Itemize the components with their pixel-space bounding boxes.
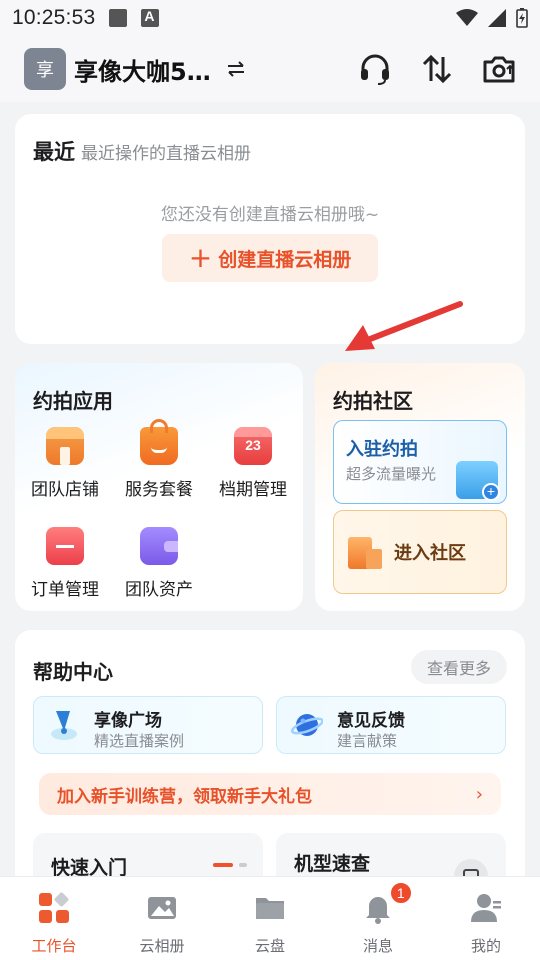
create-album-label: 创建直播云相册 bbox=[218, 248, 352, 271]
tab-label: 云盘 bbox=[254, 937, 285, 955]
pin-icon bbox=[51, 711, 77, 740]
app-team-store[interactable]: 团队店铺 bbox=[17, 427, 113, 500]
plus-icon: + bbox=[188, 241, 213, 274]
recent-title: 最近 bbox=[33, 140, 75, 164]
tab-label: 我的 bbox=[470, 937, 501, 955]
tab-messages[interactable]: 1 消息 bbox=[324, 877, 432, 960]
app-label: 服务套餐 bbox=[125, 480, 193, 500]
create-album-button[interactable]: + 创建直播云相册 bbox=[162, 234, 378, 282]
top-header: 享 享像大咖5… bbox=[0, 36, 540, 102]
calendar-icon: 23 bbox=[234, 427, 272, 465]
status-bar: 10:25:53 bbox=[0, 0, 540, 36]
battery-icon bbox=[516, 8, 528, 28]
app-team-assets[interactable]: 团队资产 bbox=[111, 527, 207, 600]
store-icon bbox=[46, 427, 84, 465]
app-label: 团队资产 bbox=[125, 580, 193, 600]
store-plus-icon: + bbox=[456, 461, 500, 501]
wifi-icon bbox=[456, 9, 478, 26]
app-schedule[interactable]: 23 档期管理 bbox=[205, 427, 301, 500]
tab-cloud-drive[interactable]: 云盘 bbox=[216, 877, 324, 960]
tab-workbench[interactable]: 工作台 bbox=[0, 877, 108, 960]
tab-label: 消息 bbox=[362, 937, 393, 955]
join-subtitle: 超多流量曝光 bbox=[346, 465, 437, 483]
help-tile-square[interactable]: 享像广场 精选直播案例 bbox=[33, 696, 263, 754]
app-label: 团队店铺 bbox=[31, 480, 99, 500]
switch-team-icon[interactable] bbox=[225, 58, 247, 80]
bottom-tab-bar: 工作台 云相册 云盘 1 消息 我的 bbox=[0, 876, 540, 960]
newbie-camp-banner[interactable]: 加入新手训练营，领取新手大礼包 › bbox=[39, 773, 501, 815]
wallet-icon bbox=[140, 527, 178, 565]
shopping-bag-icon bbox=[140, 419, 178, 465]
community-card: 约拍社区 入驻约拍 超多流量曝光 + 进入社区 bbox=[315, 363, 525, 611]
app-label: 档期管理 bbox=[219, 480, 287, 500]
order-icon bbox=[46, 527, 84, 565]
sort-icon[interactable] bbox=[420, 52, 454, 86]
signal-icon bbox=[488, 9, 506, 27]
team-avatar[interactable]: 享 bbox=[24, 48, 66, 90]
banner-text: 加入新手训练营，领取新手大礼包 bbox=[57, 786, 312, 807]
font-notification-icon bbox=[141, 8, 160, 27]
tab-profile[interactable]: 我的 bbox=[432, 877, 540, 960]
help-center-card: 帮助中心 查看更多 享像广场 精选直播案例 意见反馈 建言献策 加入新手训练营，… bbox=[15, 630, 525, 893]
team-name[interactable]: 享像大咖5… bbox=[74, 52, 211, 87]
enter-community-label: 进入社区 bbox=[394, 543, 466, 564]
help-tile-subtitle: 建言献策 bbox=[337, 732, 398, 750]
tab-label: 工作台 bbox=[31, 937, 77, 955]
enter-community-button[interactable]: 进入社区 bbox=[333, 510, 507, 594]
apps-card: 约拍应用 团队店铺 服务套餐 23 档期管理 订单管理 团队资产 bbox=[15, 363, 303, 611]
join-community-button[interactable]: 入驻约拍 超多流量曝光 + bbox=[333, 420, 507, 504]
recent-subtitle: 最近操作的直播云相册 bbox=[81, 144, 251, 164]
calendar-date: 23 bbox=[245, 437, 261, 453]
progress-dash-icon bbox=[213, 863, 233, 867]
help-tile-title: 意见反馈 bbox=[337, 711, 405, 731]
planet-icon bbox=[291, 714, 323, 736]
app-service-package[interactable]: 服务套餐 bbox=[111, 419, 207, 500]
tab-label: 云相册 bbox=[139, 937, 185, 955]
red-arrow-annotation bbox=[345, 301, 463, 351]
see-more-button[interactable]: 查看更多 bbox=[411, 650, 507, 684]
join-title: 入驻约拍 bbox=[346, 439, 418, 460]
profile-icon bbox=[471, 894, 501, 922]
app-label: 订单管理 bbox=[31, 580, 99, 600]
progress-dot-icon bbox=[239, 863, 247, 867]
help-title: 帮助中心 bbox=[33, 660, 113, 684]
building-icon bbox=[348, 535, 384, 571]
chevron-right-icon: › bbox=[475, 783, 483, 805]
album-icon bbox=[148, 897, 176, 919]
image-notification-icon bbox=[109, 9, 128, 27]
help-tile-subtitle: 精选直播案例 bbox=[94, 732, 185, 750]
model-lookup-title: 机型速查 bbox=[294, 853, 371, 875]
apps-title: 约拍应用 bbox=[33, 389, 113, 413]
folder-icon bbox=[256, 898, 284, 919]
status-time: 10:25:53 bbox=[12, 6, 96, 29]
camera-upload-icon[interactable] bbox=[482, 52, 516, 86]
tab-album[interactable]: 云相册 bbox=[108, 877, 216, 960]
community-title: 约拍社区 bbox=[333, 389, 413, 413]
help-tile-feedback[interactable]: 意见反馈 建言献策 bbox=[276, 696, 506, 754]
app-orders[interactable]: 订单管理 bbox=[17, 527, 113, 600]
headset-icon[interactable] bbox=[358, 52, 392, 86]
workbench-icon bbox=[39, 892, 69, 923]
message-badge: 1 bbox=[388, 881, 413, 905]
help-tile-title: 享像广场 bbox=[94, 711, 162, 731]
empty-state-text: 您还没有创建直播云相册哦~ bbox=[160, 205, 380, 225]
recent-card: 最近 最近操作的直播云相册 您还没有创建直播云相册哦~ + 创建直播云相册 bbox=[15, 114, 525, 351]
